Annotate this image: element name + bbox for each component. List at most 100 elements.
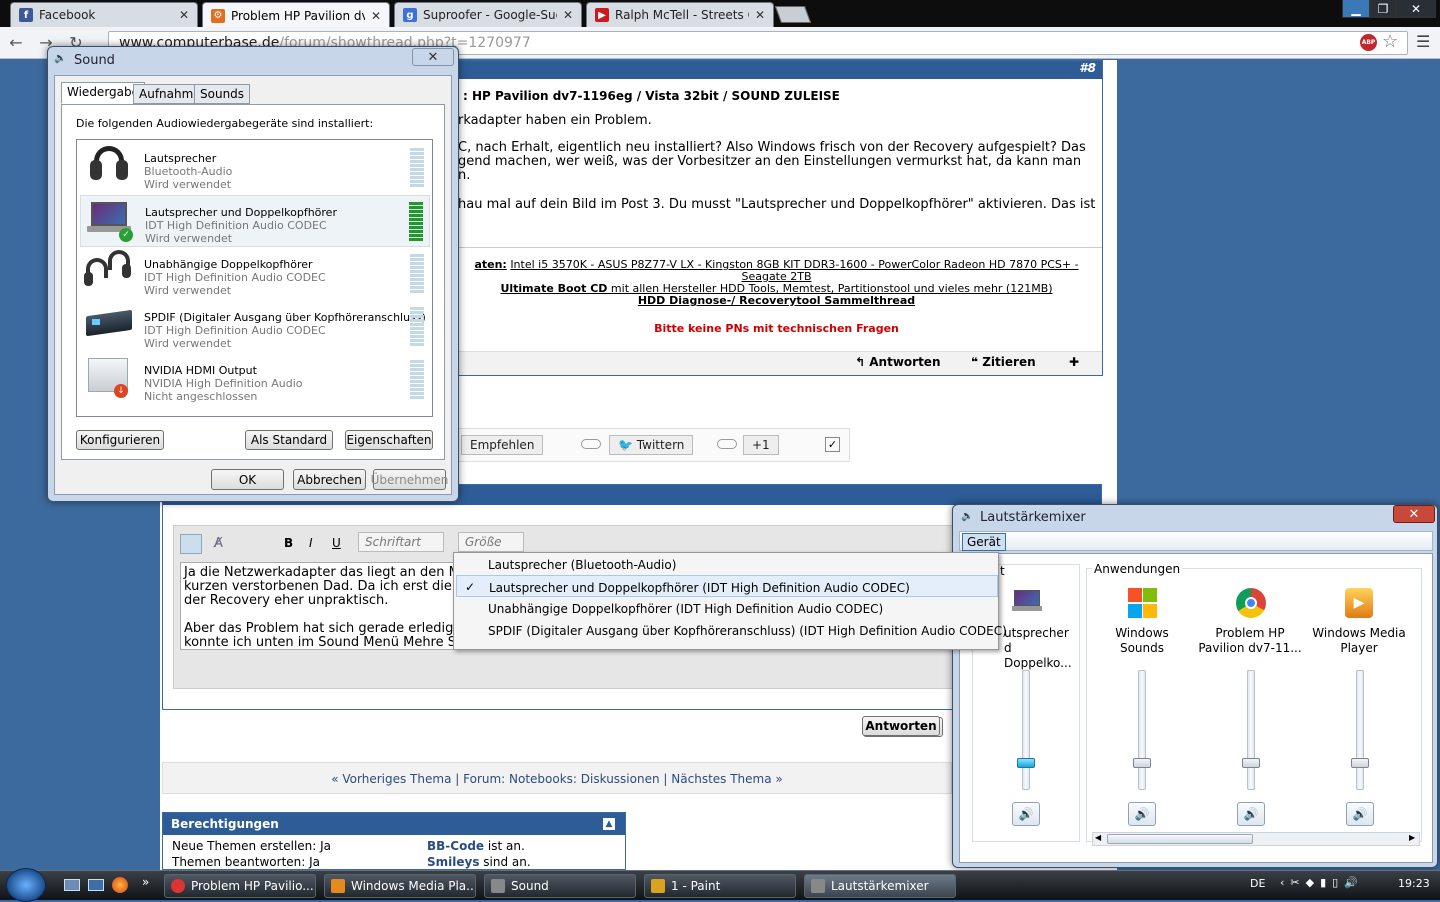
twitter-toggle[interactable] [581,439,601,449]
gplus-button[interactable]: +1 [743,435,779,455]
quote-link[interactable]: ❝ Zitieren [971,355,1036,369]
app-volume-slider[interactable] [1133,670,1151,790]
menu-item[interactable]: Lautsprecher (Bluetooth-Audio) [456,553,998,575]
app-label: Windows Media Player [1312,626,1406,655]
font-select[interactable]: Schriftart [358,532,444,552]
bookmark-star-icon[interactable]: ☆ [1382,31,1398,52]
previous-thread-link[interactable]: « Vorheriges Thema [331,772,451,786]
start-button[interactable] [6,868,46,902]
device-item[interactable]: ↓ NVIDIA HDMI Output NVIDIA High Definiti… [80,354,430,406]
scroll-left-icon[interactable]: ◀ [1095,833,1101,842]
cancel-button[interactable]: Abbrechen [293,469,366,490]
slider-thumb[interactable] [1133,758,1151,768]
disconnected-icon: ↓ [114,384,128,398]
scroll-right-icon[interactable]: ▶ [1409,833,1415,842]
taskbar-item-media-player[interactable]: Windows Media Pla... [324,874,476,898]
close-tab-icon[interactable]: ✕ [371,9,381,23]
submit-reply-button[interactable]: Antworten [862,716,940,736]
collapse-icon[interactable]: ▲ [603,818,615,830]
app-volume-slider[interactable] [1242,670,1260,790]
next-thread-link[interactable]: Nächstes Thema » [671,772,782,786]
settings-checkbox-icon[interactable]: ✓ [825,437,840,452]
sound-dialog-body: Wiedergabe Aufnahme Sounds Die folgenden… [54,75,452,495]
scrollbar-thumb[interactable] [1107,834,1253,844]
menu-item[interactable]: SPDIF (Digitaler Ausgang über Kopfhörera… [456,619,1007,641]
menu-icon[interactable]: ☰ [1416,32,1430,51]
multiquote-icon[interactable]: ✚ [1069,355,1079,369]
separator: | [455,772,460,786]
apply-button[interactable]: Übernehmen [371,469,448,490]
forum-link[interactable]: Forum: Notebooks: Diskussionen [463,772,659,786]
slider-thumb[interactable] [1242,758,1260,768]
firefox-icon[interactable] [112,877,128,893]
horizontal-scrollbar[interactable]: ◀ ▶ [1092,832,1420,846]
mixer-title: Lautstärkemixer [980,510,1086,525]
close-window-icon[interactable]: ✕ [1396,0,1436,18]
device-item[interactable]: Lautsprecher Bluetooth-Audio Wird verwende… [80,142,430,194]
menu-item-checked[interactable]: ✓ Lautsprecher und Doppelkopfhörer (IDT … [456,575,998,597]
mute-button[interactable]: 🔊 [1346,802,1374,826]
apps-header: Anwendungen [1092,562,1183,576]
device-item[interactable]: SPDIF (Digitaler Ausgang über Kopfhörera… [80,301,430,353]
tab-google[interactable]: g Suproofer - Google-Suche ✕ [394,2,582,27]
properties-button[interactable]: Eigenschaften [345,430,433,450]
back-arrow-icon[interactable]: ← [6,32,26,52]
configure-button[interactable]: Konfigurieren [76,430,164,450]
switch-windows-icon[interactable] [88,879,104,891]
taskbar-item-paint[interactable]: 1 - Paint [644,874,796,898]
show-desktop-icon[interactable] [64,879,80,891]
italic-icon[interactable]: I [309,536,313,550]
mute-button[interactable]: 🔊 [1128,802,1156,826]
close-tab-icon[interactable]: ✕ [563,8,573,22]
hdd-diagnose-link[interactable]: HDD Diagnose-/ Recoverytool Sammelthread [451,295,1102,307]
underline-icon[interactable]: U [332,536,341,550]
smileys-link[interactable]: Smileys [427,855,479,869]
adblock-icon[interactable]: ABP [1360,34,1377,51]
slider-thumb[interactable] [1351,758,1369,768]
level-meter [409,202,423,242]
taskbar-item-sound[interactable]: Sound [484,874,636,898]
close-icon[interactable]: ✕ [1393,505,1435,523]
tab-computerbase[interactable]: ⚙ Problem HP Pavilion dv7- ✕ [202,2,390,28]
remove-format-icon[interactable]: A̸ [214,536,223,551]
ok-button[interactable]: OK [211,469,284,490]
close-tab-icon[interactable]: ✕ [755,8,765,22]
quicklaunch-overflow-icon[interactable]: » [142,875,149,889]
ubcd-link[interactable]: Ultimate Boot CD [500,282,607,295]
device-volume-slider[interactable] [1017,670,1035,790]
taskbar-item-mixer[interactable]: Lautstärkemixer [804,874,956,898]
computerbase-icon: ⚙ [211,8,225,23]
menu-item[interactable]: Unabhängige Doppelkopfhörer (IDT High De… [456,597,998,619]
device-item-selected[interactable]: ✓ Lautsprecher und Doppelkopfhörer IDT Hi… [80,195,430,247]
language-indicator[interactable]: DE [1250,877,1265,890]
tab-facebook[interactable]: f Facebook ✕ [10,2,198,27]
mute-button[interactable]: 🔊 [1012,802,1040,826]
post-text-1: rkadapter haben ein Problem. [458,113,652,128]
minimize-icon[interactable]: ▁ [1342,0,1370,18]
tab-sounds[interactable]: Sounds [194,84,251,104]
new-tab-button[interactable] [774,6,812,23]
twitter-button[interactable]: 🐦 Twittern [609,435,694,455]
size-select[interactable]: Größe [458,532,524,552]
app-volume-slider[interactable] [1351,670,1369,790]
twitter-bird-icon: 🐦 [618,438,633,452]
spdif-icon [84,301,136,349]
device-menu-button[interactable]: Gerät [962,533,1006,551]
tab-youtube[interactable]: ▶ Ralph McTell - Streets Of L ✕ [586,2,774,27]
mute-button[interactable]: 🔊 [1237,802,1265,826]
close-icon[interactable]: ✕ [412,48,454,66]
taskbar-item-chrome[interactable]: Problem HP Pavilio... [164,874,316,898]
reply-link[interactable]: ↰ Antworten [855,355,940,369]
device-item[interactable]: Unabhängige Doppelkopfhörer IDT High Defi… [80,248,430,300]
tray-icons[interactable]: ‹✂◆▮▯🔊 [1280,876,1364,889]
maximize-icon[interactable]: ❐ [1370,0,1396,18]
clock[interactable]: 19:23 [1398,877,1430,890]
bbcode-link[interactable]: BB-Code [427,839,484,853]
close-tab-icon[interactable]: ✕ [179,8,189,22]
recommend-button[interactable]: Empfehlen [461,435,544,455]
bold-icon[interactable]: B [284,536,293,550]
gplus-toggle[interactable] [717,439,737,449]
set-default-button[interactable]: Als Standard [245,430,333,450]
switch-editor-icon[interactable] [180,534,202,554]
slider-thumb[interactable] [1017,758,1035,768]
